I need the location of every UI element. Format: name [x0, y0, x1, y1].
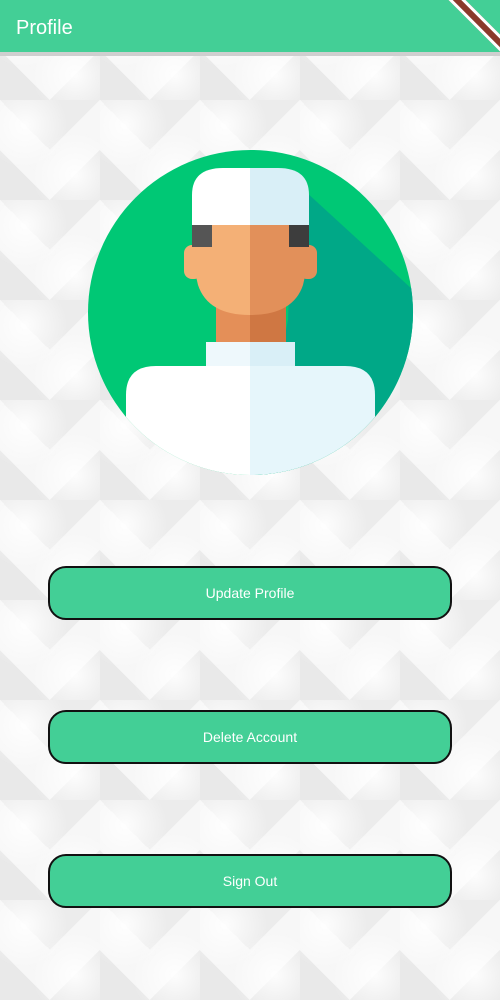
user-avatar-icon: [88, 150, 413, 475]
app-bar: Profile: [0, 0, 500, 57]
delete-account-button[interactable]: Delete Account: [48, 710, 452, 764]
page-title: Profile: [16, 17, 73, 39]
sign-out-button[interactable]: Sign Out: [48, 854, 452, 908]
update-profile-button[interactable]: Update Profile: [48, 566, 452, 620]
debug-banner-icon: [440, 0, 500, 60]
